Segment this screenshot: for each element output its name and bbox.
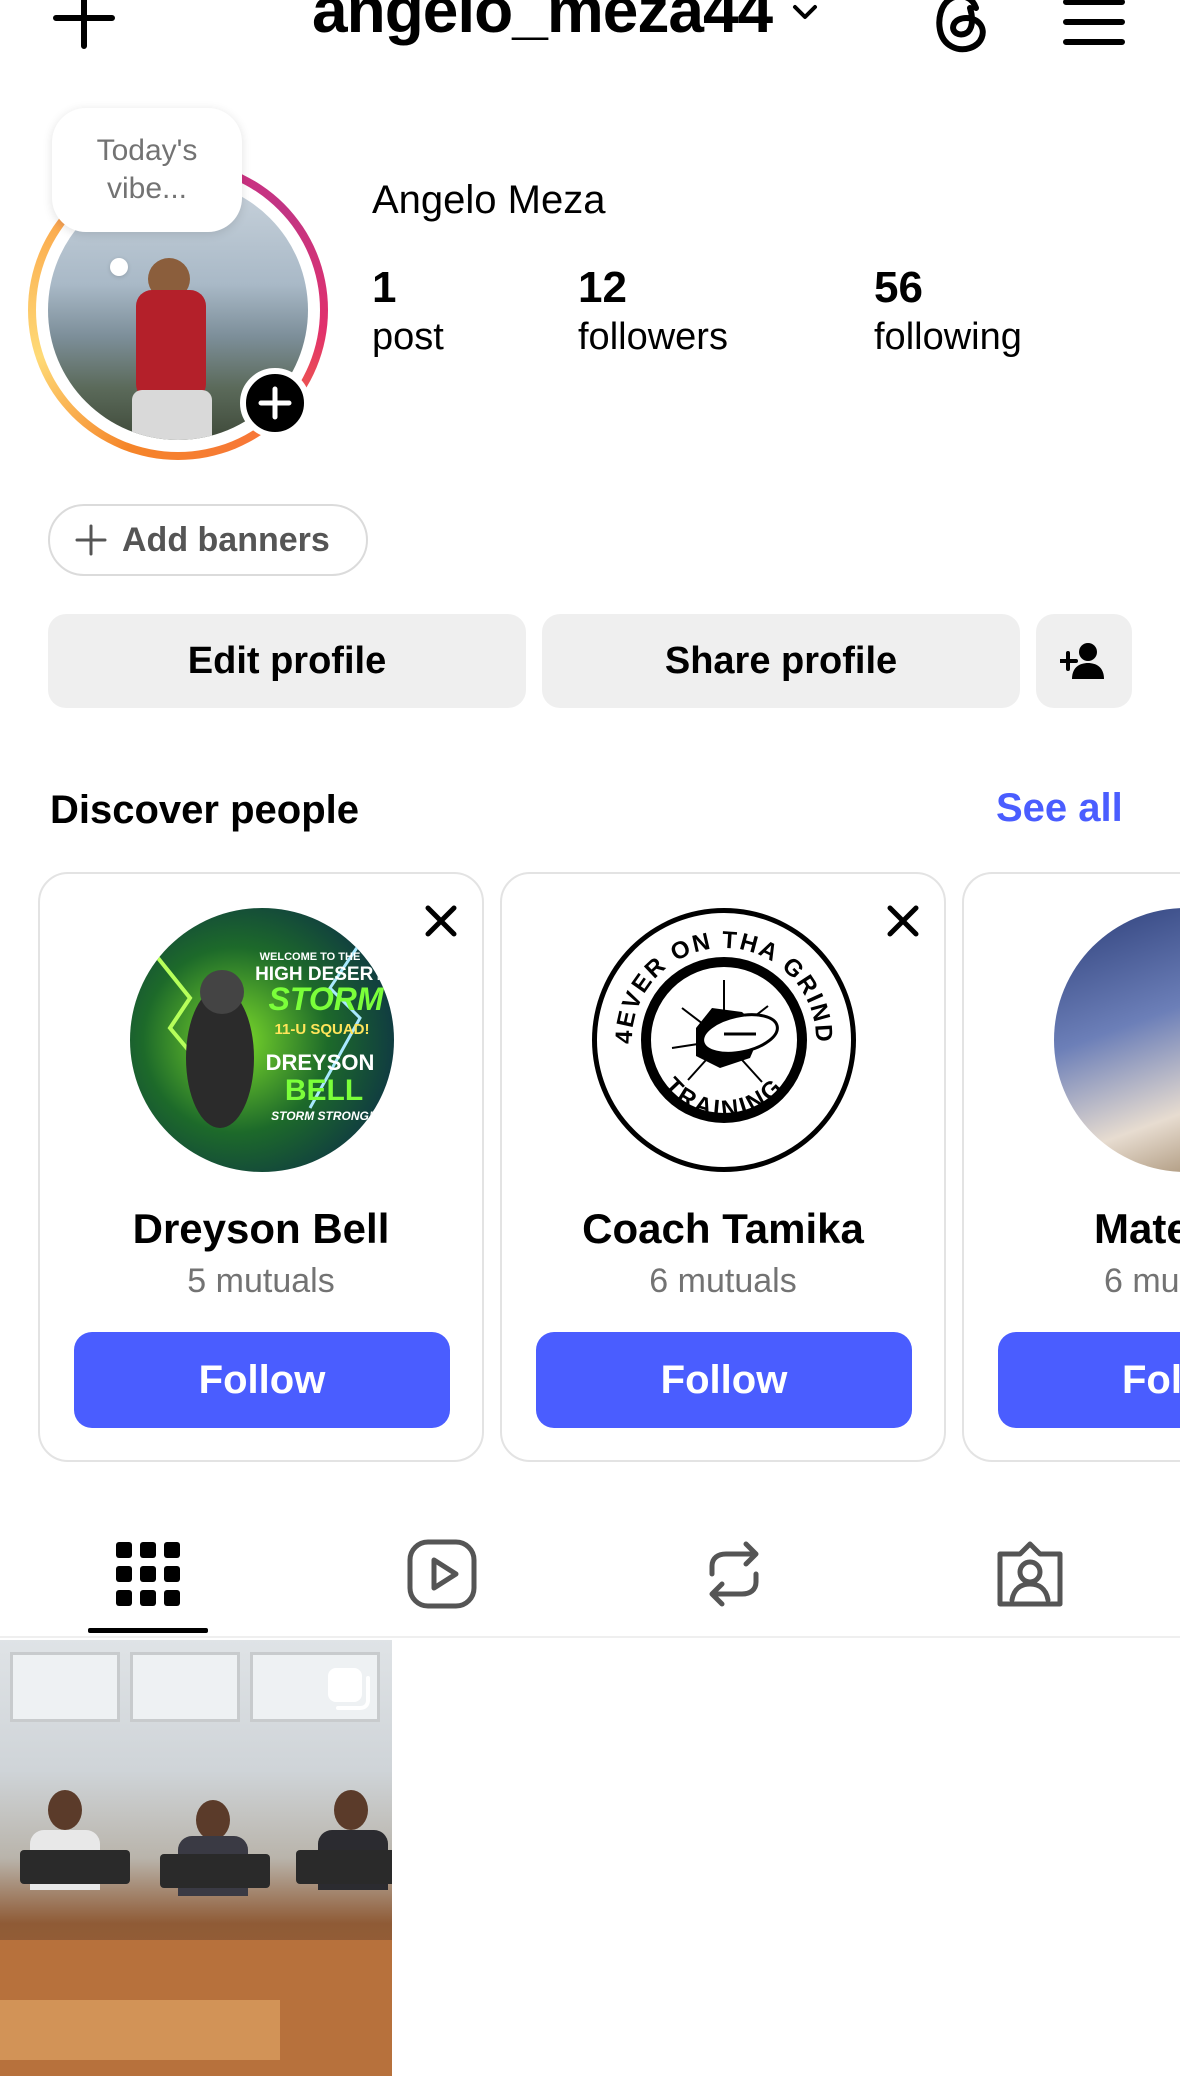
add-person-icon (1060, 643, 1104, 679)
top-bar: angelo_meza44 (0, 0, 1180, 70)
see-all-link[interactable]: See all (996, 784, 1123, 832)
chevron-down-icon (793, 5, 818, 19)
add-banners-label: Add banners (122, 520, 330, 559)
grid-icon[interactable] (112, 1538, 184, 1610)
menu-icon[interactable] (1062, 0, 1126, 50)
discover-people-button[interactable] (1036, 614, 1132, 708)
training-logo: 4EVER ON THA GRIND TRAINING (592, 908, 856, 1172)
following-count[interactable]: 56 following (874, 262, 1022, 360)
suggestion-mutuals: 6 mu (1104, 1262, 1180, 1300)
svg-text:11-U SQUAD!: 11-U SQUAD! (274, 1021, 369, 1038)
note-bubble-tail (110, 258, 128, 276)
reposts-icon[interactable] (698, 1538, 770, 1610)
suggestion-mutuals: 6 mutuals (649, 1262, 797, 1300)
username: angelo_meza44 (312, 0, 773, 46)
svg-text:BELL: BELL (285, 1074, 363, 1107)
suggestion-name[interactable]: Dreyson Bell (40, 1204, 482, 1254)
add-banners-button[interactable]: Add banners (48, 504, 368, 576)
svg-text:STORM STRONG!: STORM STRONG! (271, 1109, 373, 1123)
profile-screen: angelo_meza44 Today's vibe... Angelo Mez (0, 0, 1180, 2096)
close-icon[interactable] (422, 902, 460, 940)
follow-button[interactable]: Follow (74, 1332, 450, 1428)
follow-button[interactable]: Follow (536, 1332, 912, 1428)
add-story-button[interactable] (240, 368, 310, 438)
share-profile-button[interactable]: Share profile (542, 614, 1020, 708)
svg-text:WELCOME TO THE: WELCOME TO THE (260, 951, 361, 963)
plus-icon[interactable] (52, 0, 116, 50)
svg-text:STORM: STORM (269, 981, 385, 1017)
plus-icon (75, 524, 107, 556)
suggestion-avatar[interactable]: WELCOME TO THE HIGH DESERT STORM 11-U SQ… (130, 908, 394, 1172)
threads-icon[interactable] (930, 0, 994, 58)
post-thumbnail[interactable] (0, 1640, 392, 2076)
tagged-icon[interactable] (994, 1538, 1066, 1610)
storm-graphic: WELCOME TO THE HIGH DESERT STORM 11-U SQ… (130, 908, 394, 1172)
multi-photo-icon (328, 1668, 370, 1710)
active-tab-indicator (88, 1628, 208, 1633)
suggestion-avatar[interactable]: 4EVER ON THA GRIND TRAINING (592, 908, 856, 1172)
edit-profile-button[interactable]: Edit profile (48, 614, 526, 708)
svg-text:DREYSON: DREYSON (266, 1050, 375, 1075)
reels-icon[interactable] (406, 1538, 478, 1610)
suggestion-avatar[interactable] (1054, 908, 1180, 1172)
follow-button[interactable]: Fol (998, 1332, 1180, 1428)
profile-tabs (0, 1510, 1180, 1638)
suggestion-card[interactable]: 4EVER ON THA GRIND TRAINING Coach Tamika… (500, 872, 946, 1462)
discover-people-title: Discover people (50, 788, 360, 832)
note-bubble[interactable]: Today's vibe... (52, 108, 242, 232)
suggestion-mutuals: 5 mutuals (187, 1262, 335, 1300)
close-icon[interactable] (884, 902, 922, 940)
followers-count[interactable]: 12 followers (578, 262, 728, 360)
posts-count[interactable]: 1 post (372, 262, 444, 360)
suggestion-name[interactable]: Mate (1094, 1204, 1180, 1254)
display-name: Angelo Meza (372, 178, 606, 222)
suggestion-card[interactable]: WELCOME TO THE HIGH DESERT STORM 11-U SQ… (38, 872, 484, 1462)
plus-icon (258, 386, 292, 420)
account-switcher[interactable]: angelo_meza44 (312, 0, 820, 42)
suggestion-name[interactable]: Coach Tamika (502, 1204, 944, 1254)
suggestion-card[interactable]: Mate 6 mu Fol (962, 872, 1180, 1462)
